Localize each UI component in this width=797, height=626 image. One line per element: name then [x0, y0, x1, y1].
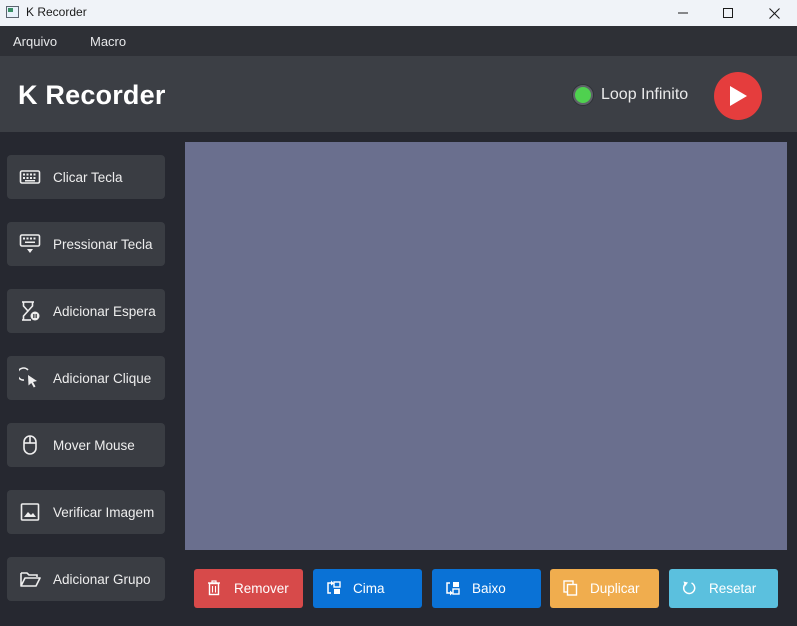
remover-button[interactable]: Remover: [194, 569, 303, 608]
remover-label: Remover: [234, 581, 289, 596]
loop-indicator[interactable]: [573, 85, 593, 105]
window-titlebar: K Recorder: [0, 0, 797, 26]
trash-icon: [206, 580, 222, 596]
sidebar-item-label: Adicionar Clique: [53, 371, 152, 386]
sidebar-item-label: Pressionar Tecla: [53, 237, 153, 252]
mover-mouse-button[interactable]: Mover Mouse: [7, 423, 165, 467]
clicar-tecla-button[interactable]: Clicar Tecla: [7, 155, 165, 199]
baixo-label: Baixo: [472, 581, 506, 596]
minimize-icon: [678, 12, 688, 14]
cima-label: Cima: [353, 581, 385, 596]
window-title: K Recorder: [26, 5, 87, 19]
play-button[interactable]: [714, 72, 762, 120]
folder-open-icon: [19, 568, 41, 590]
menu-bar: Arquivo Macro: [0, 26, 797, 56]
copy-icon: [562, 580, 578, 596]
loop-label: Loop Infinito: [601, 86, 689, 103]
image-icon: [19, 501, 41, 523]
hourglass-icon: [19, 300, 41, 322]
reset-icon: [681, 580, 697, 596]
sidebar-item-label: Clicar Tecla: [53, 170, 123, 185]
duplicar-button[interactable]: Duplicar: [550, 569, 659, 608]
sidebar-item-label: Verificar Imagem: [53, 505, 155, 520]
menu-macro[interactable]: Macro: [90, 34, 126, 49]
app-icon: [6, 6, 19, 18]
macro-list[interactable]: [185, 142, 787, 550]
mouse-click-icon: [19, 367, 41, 389]
duplicar-label: Duplicar: [590, 581, 640, 596]
resetar-label: Resetar: [709, 581, 757, 596]
mouse-icon: [19, 434, 41, 456]
menu-arquivo[interactable]: Arquivo: [13, 34, 57, 49]
app-title: K Recorder: [18, 80, 166, 110]
keyboard-down-icon: [19, 233, 41, 255]
adicionar-clique-button[interactable]: Adicionar Clique: [7, 356, 165, 400]
maximize-icon: [723, 8, 733, 18]
adicionar-grupo-button[interactable]: Adicionar Grupo: [7, 557, 165, 601]
sidebar-item-label: Mover Mouse: [53, 438, 135, 453]
sidebar-item-label: Adicionar Espera: [53, 304, 156, 319]
minimize-button[interactable]: [660, 0, 706, 26]
sidebar-item-label: Adicionar Grupo: [53, 572, 151, 587]
close-button[interactable]: [751, 0, 797, 26]
play-icon: [730, 86, 747, 106]
verificar-imagem-button[interactable]: Verificar Imagem: [7, 490, 165, 534]
keyboard-icon: [19, 166, 41, 188]
pressionar-tecla-button[interactable]: Pressionar Tecla: [7, 222, 165, 266]
maximize-button[interactable]: [705, 0, 751, 26]
move-down-icon: [444, 580, 460, 596]
header-bar: K Recorder Loop Infinito: [0, 56, 797, 132]
cima-button[interactable]: Cima: [313, 569, 422, 608]
baixo-button[interactable]: Baixo: [432, 569, 541, 608]
loop-toggle[interactable]: Loop Infinito: [573, 84, 688, 106]
adicionar-espera-button[interactable]: Adicionar Espera: [7, 289, 165, 333]
resetar-button[interactable]: Resetar: [669, 569, 778, 608]
close-icon: [768, 7, 780, 19]
move-up-icon: [325, 580, 341, 596]
